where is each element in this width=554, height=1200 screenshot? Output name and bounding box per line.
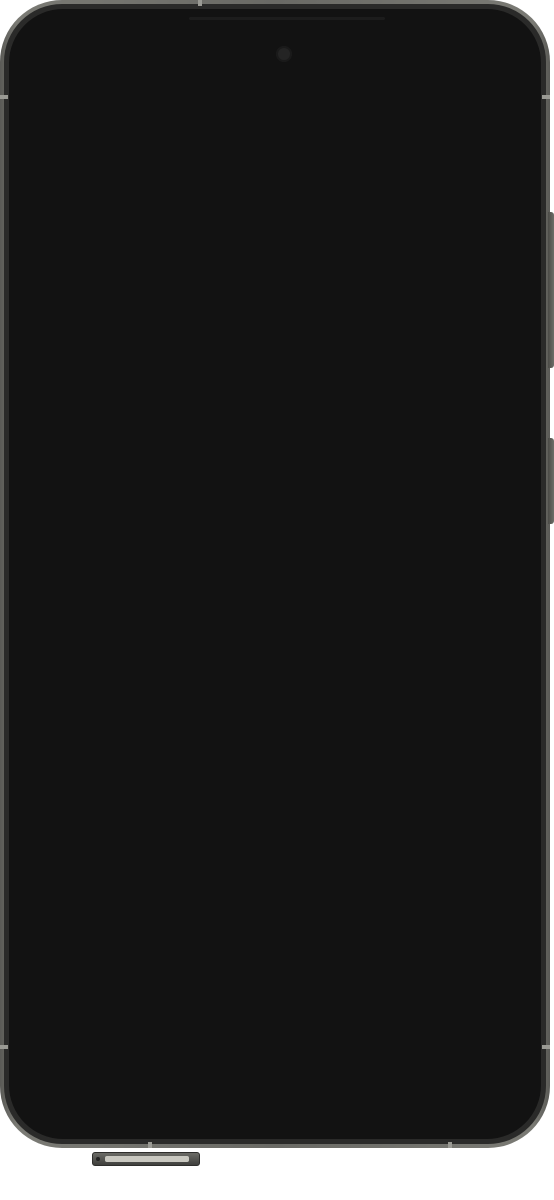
- antenna-line: [0, 95, 8, 99]
- antenna-line: [198, 0, 202, 6]
- sim-card-slot: [105, 1156, 189, 1162]
- phone-screen[interactable]: [9, 9, 541, 1139]
- power-button[interactable]: [548, 438, 554, 524]
- volume-button[interactable]: [548, 212, 554, 368]
- sim-tray[interactable]: [92, 1152, 200, 1166]
- antenna-line: [148, 1142, 152, 1148]
- device-mockup: [0, 0, 554, 1200]
- earpiece-speaker: [189, 17, 385, 20]
- antenna-line: [542, 1045, 550, 1049]
- sim-eject-hole-icon: [96, 1157, 100, 1161]
- antenna-line: [542, 95, 550, 99]
- antenna-line: [448, 1142, 452, 1148]
- front-camera-icon: [276, 46, 292, 62]
- antenna-line: [0, 1045, 8, 1049]
